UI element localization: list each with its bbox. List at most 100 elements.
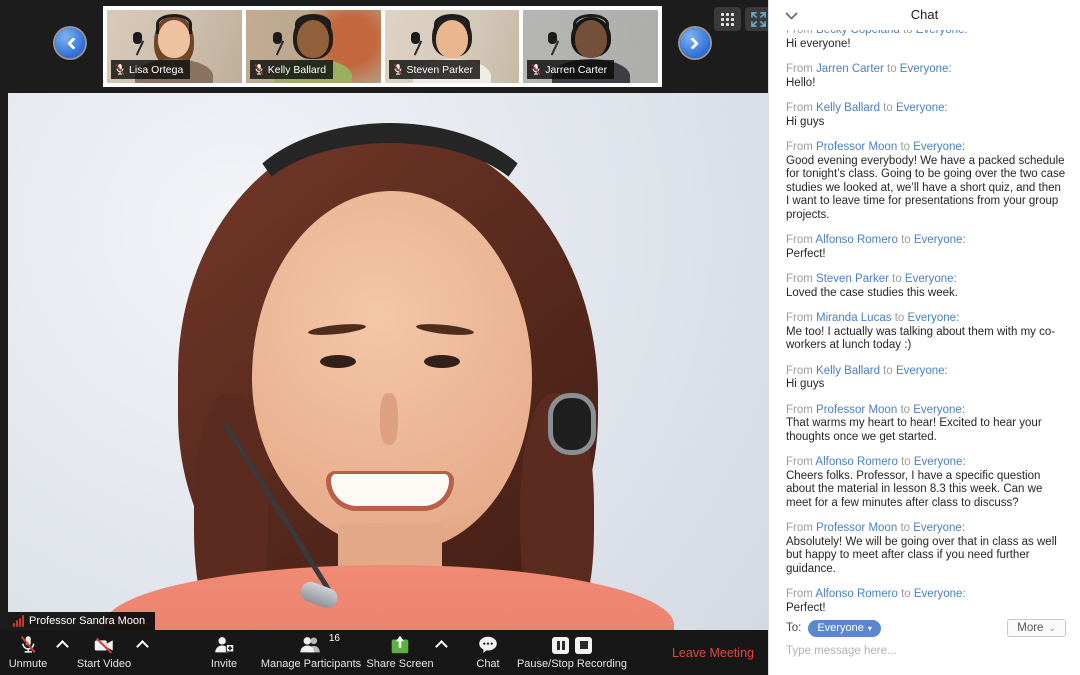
expand-arrows-icon xyxy=(751,11,766,27)
chat-message-text: Hi guys xyxy=(786,378,825,390)
invite-label: Invite xyxy=(210,658,238,670)
share-screen-button[interactable]: Share Screen xyxy=(366,630,434,675)
recipient-name: Everyone: xyxy=(899,63,952,75)
start-video-label: Start Video xyxy=(76,658,132,670)
recipient-name: Everyone: xyxy=(895,102,948,114)
participant-name: Steven Parker xyxy=(406,63,474,76)
more-button[interactable]: More ⌄ xyxy=(1007,619,1066,637)
muted-mic-icon xyxy=(115,64,125,75)
headset-icon xyxy=(234,123,546,313)
chat-message-header: From Steven Parker to Everyone: xyxy=(786,273,957,285)
recipient-name: Everyone: xyxy=(913,588,966,600)
chat-message-text: Hi guys xyxy=(786,115,825,128)
pause-recording-icon[interactable] xyxy=(552,636,569,654)
unmute-label: Unmute xyxy=(8,658,48,670)
sender-name: Professor Moon xyxy=(816,522,898,534)
participants-icon xyxy=(300,637,320,653)
invite-person-icon xyxy=(215,637,235,653)
pause-stop-recording-button[interactable]: Pause/Stop Recording xyxy=(512,630,632,675)
chat-message: From Alfonso Romero to Everyone: Cheers … xyxy=(786,456,1066,510)
participant-name-tag: Steven Parker xyxy=(388,60,481,79)
invite-button[interactable]: Invite xyxy=(198,630,250,675)
chat-message: From Jarren Carter to Everyone: Hello! xyxy=(786,63,1066,90)
chat-message: From Professor Moon to Everyone: That wa… xyxy=(786,404,1066,445)
participants-count-badge: 16 xyxy=(328,633,340,644)
sender-name: Steven Parker xyxy=(816,273,889,285)
view-controls xyxy=(714,7,772,31)
recipient-name: Everyone: xyxy=(895,364,948,377)
chat-button[interactable]: Chat xyxy=(464,630,512,675)
chat-message: From Professor Moon to Everyone: Absolut… xyxy=(786,522,1066,576)
meeting-toolbar: Unmute Start Video Invite 16 Manage Part… xyxy=(0,630,768,675)
speaker-name-tag: Professor Sandra Moon xyxy=(8,612,156,630)
active-speaker-video: Professor Sandra Moon xyxy=(8,93,768,630)
sender-name: Alfonso Romero xyxy=(815,234,898,246)
headset-icon xyxy=(572,14,609,34)
sender-name: Jarren Carter xyxy=(816,63,884,75)
recipient-name: Everyone: xyxy=(907,312,960,324)
chat-message-text: Me too! I actually was talking about the… xyxy=(786,325,1056,352)
chat-message-header: From Professor Moon to Everyone: xyxy=(786,141,966,153)
unmute-button[interactable]: Unmute xyxy=(6,630,50,675)
chat-message-text: That warms my heart to hear! Excited to … xyxy=(786,417,1042,443)
sender-name: Miranda Lucas xyxy=(816,312,892,324)
participant-thumbnail[interactable]: Jarren Carter xyxy=(523,10,658,83)
recipient-name: Everyone: xyxy=(913,456,966,468)
chevron-down-icon: ⌄ xyxy=(1048,622,1056,633)
participant-filmstrip: Lisa Ortega Kelly Ballard Steven Parker … xyxy=(103,6,662,87)
video-options-chevron[interactable] xyxy=(136,640,149,653)
caret-down-icon: ▾ xyxy=(867,623,872,633)
gallery-view-button[interactable] xyxy=(714,7,741,31)
recipient-name: Everyone: xyxy=(915,30,968,36)
filmstrip-strip: Lisa Ortega Kelly Ballard Steven Parker … xyxy=(0,0,772,92)
sender-name: Professor Moon xyxy=(816,141,898,153)
chat-message-header: From Jarren Carter to Everyone: xyxy=(786,63,952,75)
sender-name: Kelly Ballard xyxy=(816,102,880,114)
participant-thumbnail[interactable]: Steven Parker xyxy=(384,10,520,83)
chevron-left-icon xyxy=(66,36,80,50)
manage-participants-button[interactable]: 16 Manage Participants xyxy=(252,630,370,675)
chat-message-text: Perfect! xyxy=(786,247,826,260)
headset-icon xyxy=(156,14,193,34)
chat-message-header: From Alfonso Romero to Everyone: xyxy=(786,588,966,600)
chat-message: From Professor Moon to Everyone: Good ev… xyxy=(786,141,1066,222)
audio-options-chevron[interactable] xyxy=(56,640,69,653)
leave-meeting-button[interactable]: Leave Meeting xyxy=(672,630,754,675)
recipient-name: Everyone: xyxy=(913,234,966,246)
headset-icon xyxy=(295,14,332,34)
chat-message-list[interactable]: From Becky Copeland to Everyone: Hi ever… xyxy=(769,30,1080,612)
recipient-selector[interactable]: Everyone ▾ xyxy=(808,619,881,637)
next-participants-button[interactable] xyxy=(680,28,710,58)
recipient-name: Everyone: xyxy=(913,403,966,416)
recording-label: Pause/Stop Recording xyxy=(516,658,628,670)
chat-message-header: From Alfonso Romero to Everyone: xyxy=(786,456,966,468)
chat-message-input[interactable] xyxy=(786,645,1066,657)
participant-name: Kelly Ballard xyxy=(267,63,327,76)
chat-message-text: Hello! xyxy=(786,76,816,89)
muted-mic-icon xyxy=(393,64,402,75)
sender-name: Alfonso Romero xyxy=(815,456,898,468)
chat-message-header: From Becky Copeland to Everyone: xyxy=(786,30,1066,38)
recipient-row: To: Everyone ▾ More ⌄ xyxy=(786,619,1066,637)
chat-message: From Kelly Ballard to Everyone: Hi guys xyxy=(786,102,1066,129)
chevron-right-icon xyxy=(685,36,699,50)
participant-name-tag: Lisa Ortega xyxy=(111,60,191,79)
chat-message: From Steven Parker to Everyone: Loved th… xyxy=(786,273,1066,300)
chat-message-header: From Miranda Lucas to Everyone: xyxy=(786,312,960,324)
stop-recording-icon[interactable] xyxy=(575,636,592,654)
recipient-value: Everyone xyxy=(817,621,864,634)
chat-message-text: Hi everyone! xyxy=(786,37,851,50)
participant-thumbnail[interactable]: Lisa Ortega xyxy=(107,10,242,83)
sender-name: Kelly Ballard xyxy=(816,364,880,377)
manage-participants-label: Manage Participants xyxy=(260,658,362,670)
participant-thumbnail[interactable]: Kelly Ballard xyxy=(245,10,381,83)
previous-participants-button[interactable] xyxy=(55,28,85,58)
share-screen-label: Share Screen xyxy=(366,658,434,670)
share-options-chevron[interactable] xyxy=(435,640,448,653)
chat-message-header: From Professor Moon to Everyone: xyxy=(786,403,966,416)
participant-name: Lisa Ortega xyxy=(129,63,184,76)
muted-mic-icon xyxy=(20,636,36,653)
audio-signal-icon xyxy=(13,615,24,627)
start-video-button[interactable]: Start Video xyxy=(72,630,136,675)
chat-header: Chat xyxy=(769,0,1080,30)
